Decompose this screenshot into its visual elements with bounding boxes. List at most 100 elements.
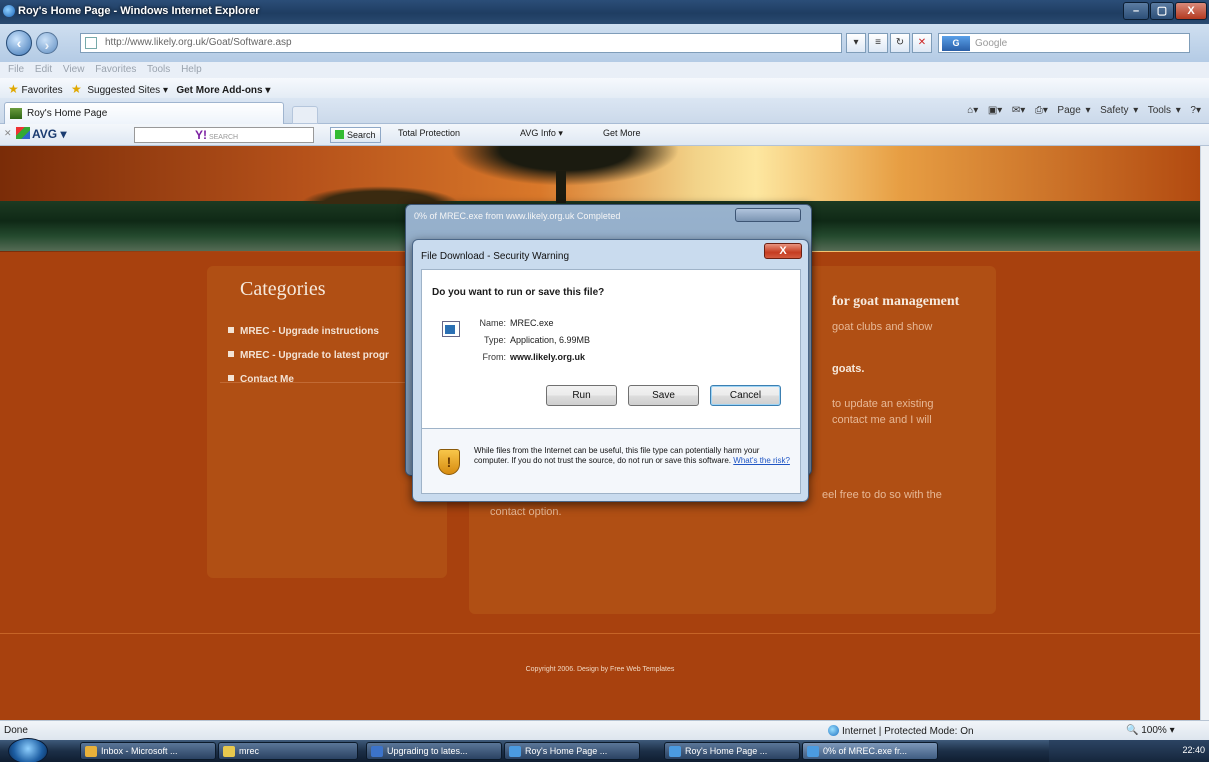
bullet-icon bbox=[228, 327, 234, 333]
avg-logo-icon bbox=[16, 127, 30, 139]
menu-favorites[interactable]: Favorites bbox=[95, 64, 136, 75]
mail-icon[interactable]: ✉▾ bbox=[1012, 105, 1025, 116]
address-input[interactable]: http://www.likely.org.uk/Goat/Software.a… bbox=[80, 33, 842, 53]
security-warning-dialog: File Download - Security Warning X Do yo… bbox=[412, 239, 809, 502]
yahoo-search-input[interactable]: Y! SEARCH bbox=[134, 127, 314, 143]
search-placeholder: Google bbox=[975, 38, 1008, 49]
total-protection-button[interactable]: Total Protection bbox=[398, 128, 460, 138]
favorites-button[interactable]: Favorites bbox=[22, 85, 63, 96]
close-window-button[interactable]: X bbox=[1175, 2, 1207, 20]
whats-the-risk-link[interactable]: What's the risk? bbox=[733, 456, 790, 465]
content-text-5: contact option. bbox=[490, 506, 562, 518]
start-button[interactable] bbox=[8, 738, 48, 762]
run-button[interactable]: Run bbox=[546, 385, 617, 406]
url-text: http://www.likely.org.uk/Goat/Software.a… bbox=[105, 37, 292, 48]
file-name-row: Name: MREC.exe bbox=[478, 318, 554, 328]
internet-globe-icon bbox=[828, 725, 839, 736]
tab-roys-home-page[interactable]: Roy's Home Page bbox=[4, 102, 284, 124]
status-text: Done bbox=[4, 725, 28, 736]
feeds-icon[interactable]: ▣▾ bbox=[988, 105, 1002, 116]
progress-dialog-controls[interactable] bbox=[735, 208, 801, 222]
get-addons-link[interactable]: Get More Add-ons ▾ bbox=[176, 85, 270, 96]
avg-toolbar: ✕ AVG ▾ Y! SEARCH Search Total Protectio… bbox=[0, 124, 1209, 146]
file-from-label: From: bbox=[482, 352, 507, 362]
favorites-bar: ★ Favorites ★ Suggested Sites ▾ Get More… bbox=[0, 78, 1209, 98]
taskbar-mrec-folder[interactable]: mrec bbox=[218, 742, 358, 760]
avg-info-button[interactable]: AVG Info ▾ bbox=[520, 128, 563, 139]
stop-icon[interactable]: ✕ bbox=[912, 33, 932, 53]
minimize-button[interactable]: – bbox=[1123, 2, 1149, 20]
taskbar-ie-1[interactable]: Roy's Home Page ... bbox=[504, 742, 640, 760]
maximize-button[interactable]: ▢ bbox=[1150, 2, 1174, 20]
bullet-icon bbox=[228, 375, 234, 381]
menu-help[interactable]: Help bbox=[181, 64, 202, 75]
avg-search-button[interactable]: Search bbox=[330, 127, 381, 143]
dialog-question: Do you want to run or save this file? bbox=[432, 287, 605, 298]
cancel-button[interactable]: Cancel bbox=[710, 385, 781, 406]
hill-silhouette bbox=[300, 186, 460, 204]
home-icon[interactable]: ⌂▾ bbox=[967, 105, 978, 116]
tree-trunk bbox=[556, 171, 566, 203]
application-file-icon bbox=[442, 321, 460, 337]
warning-text: While files from the Internet can be use… bbox=[474, 446, 790, 465]
address-toolbar: ‹ › http://www.likely.org.uk/Goat/Softwa… bbox=[0, 24, 1209, 62]
back-button[interactable]: ‹ bbox=[6, 30, 32, 56]
dialog-close-button[interactable]: X bbox=[764, 243, 802, 259]
content-bold-text: goats. bbox=[832, 363, 865, 375]
help-menu[interactable]: ?▾ bbox=[1190, 105, 1201, 116]
file-type-label: Type: bbox=[483, 335, 506, 345]
file-name-value: MREC.exe bbox=[510, 318, 554, 328]
ie-icon bbox=[509, 746, 521, 757]
menu-bar: File Edit View Favorites Tools Help bbox=[0, 62, 1209, 78]
favorites-star-icon: ★ bbox=[8, 82, 19, 96]
add-favorite-icon[interactable]: ★ bbox=[71, 82, 82, 96]
taskbar-download[interactable]: 0% of MREC.exe fr... bbox=[802, 742, 938, 760]
category-upgrade-instructions[interactable]: MREC - Upgrade instructions bbox=[228, 326, 379, 337]
print-icon[interactable]: ⎙▾ bbox=[1035, 105, 1048, 116]
refresh-icon[interactable]: ↻ bbox=[890, 33, 910, 53]
zoom-level[interactable]: 🔍 100% ▾ bbox=[1126, 725, 1175, 736]
taskbar-ie-2[interactable]: Roy's Home Page ... bbox=[664, 742, 800, 760]
dialog-body: Do you want to run or save this file? Na… bbox=[421, 269, 801, 428]
content-title: for goat management bbox=[832, 294, 960, 309]
progress-dialog-title: 0% of MREC.exe from www.likely.org.uk Co… bbox=[414, 211, 621, 221]
file-type-value: Application, 6.99MB bbox=[510, 335, 591, 345]
page-scrollbar[interactable] bbox=[1200, 146, 1209, 720]
system-tray: 22:40 bbox=[1049, 740, 1209, 762]
dialog-title: File Download - Security Warning bbox=[421, 251, 570, 262]
taskbar-word[interactable]: Upgrading to lates... bbox=[366, 742, 502, 760]
safety-menu[interactable]: Safety ▾ bbox=[1100, 105, 1138, 116]
search-input[interactable]: G Google bbox=[938, 33, 1190, 53]
file-type-row: Type: Application, 6.99MB bbox=[478, 335, 590, 345]
category-contact-me[interactable]: Contact Me bbox=[228, 374, 294, 385]
content-text-1: goat clubs and show bbox=[832, 321, 933, 333]
ie-icon bbox=[807, 746, 819, 757]
menu-file[interactable]: File bbox=[8, 64, 24, 75]
category-upgrade-latest[interactable]: MREC - Upgrade to latest progr bbox=[228, 350, 389, 361]
command-bar: ⌂▾ ▣▾ ✉▾ ⎙▾ Page ▾ Safety ▾ Tools ▾ ?▾ bbox=[967, 105, 1201, 116]
save-button[interactable]: Save bbox=[628, 385, 699, 406]
file-from-value: www.likely.org.uk bbox=[510, 352, 586, 362]
close-toolbar-icon[interactable]: ✕ bbox=[4, 128, 12, 139]
avg-menu[interactable]: AVG ▾ bbox=[16, 127, 66, 141]
page-menu[interactable]: Page ▾ bbox=[1057, 105, 1090, 116]
ie-icon bbox=[669, 746, 681, 757]
compat-view-icon[interactable]: ▾ bbox=[846, 33, 866, 53]
suggested-sites-link[interactable]: Suggested Sites ▾ bbox=[87, 85, 168, 96]
menu-view[interactable]: View bbox=[63, 64, 85, 75]
get-more-button[interactable]: Get More bbox=[603, 128, 641, 138]
tab-favicon bbox=[10, 108, 22, 119]
google-icon: G bbox=[942, 36, 970, 51]
forward-button[interactable]: › bbox=[36, 32, 58, 54]
taskbar-outlook[interactable]: Inbox - Microsoft ... bbox=[80, 742, 216, 760]
rss-icon[interactable]: ≡ bbox=[868, 33, 888, 53]
categories-title: Categories bbox=[240, 278, 326, 300]
tools-menu[interactable]: Tools ▾ bbox=[1148, 105, 1181, 116]
clock[interactable]: 22:40 bbox=[1182, 745, 1205, 755]
security-zone[interactable]: Internet | Protected Mode: On bbox=[828, 725, 974, 737]
file-from-row: From: www.likely.org.uk bbox=[478, 352, 586, 362]
folder-icon bbox=[223, 746, 235, 757]
menu-edit[interactable]: Edit bbox=[35, 64, 52, 75]
menu-tools[interactable]: Tools bbox=[147, 64, 170, 75]
new-tab-button[interactable] bbox=[292, 106, 318, 124]
